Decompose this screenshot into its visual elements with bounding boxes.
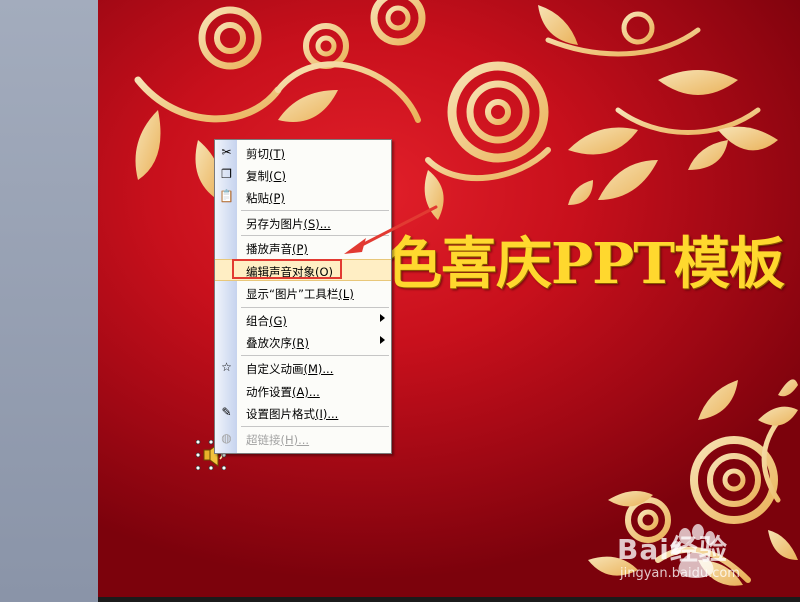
- menu-item-action-settings[interactable]: 动作设置(A)...: [215, 380, 391, 402]
- menu-item-label: 播放声音: [246, 242, 292, 256]
- menu-item-shortcut: (L): [338, 287, 354, 301]
- menu-item-format-picture[interactable]: ✎ 设置图片格式(I)...: [215, 402, 391, 424]
- menu-separator: [241, 426, 389, 427]
- menu-item-label: 设置图片格式: [246, 407, 315, 421]
- menu-item-shortcut: (R): [292, 336, 309, 350]
- format-picture-icon: ✎: [221, 405, 232, 419]
- menu-separator: [241, 355, 389, 356]
- copy-icon: ❐: [221, 167, 232, 181]
- menu-item-shortcut: (G): [269, 314, 287, 328]
- menu-item-shortcut: (I)...: [315, 407, 339, 421]
- menu-item-save-as-picture[interactable]: 另存为图片(S)...: [215, 212, 391, 234]
- scissors-icon: ✂: [221, 145, 232, 159]
- watermark-url: jingyan.baidu.com: [620, 566, 740, 581]
- slide-title[interactable]: 色喜庆PPT模板: [386, 236, 785, 292]
- menu-item-group[interactable]: 组合(G): [215, 309, 391, 331]
- menu-item-label: 显示“图片”工具栏: [246, 287, 339, 301]
- menu-separator: [241, 307, 389, 308]
- menu-item-play-sound[interactable]: 播放声音(P): [215, 237, 391, 259]
- menu-item-shortcut: (S)...: [303, 217, 331, 231]
- menu-separator: [241, 235, 389, 236]
- hyperlink-icon: ◍: [221, 431, 232, 445]
- menu-item-shortcut: (T): [269, 147, 285, 161]
- menu-item-shortcut: (P): [292, 242, 308, 256]
- menu-item-shortcut: (H)...: [280, 433, 310, 447]
- slide-canvas[interactable]: 色喜庆PPT模板: [98, 0, 800, 598]
- menu-item-label: 超链接: [246, 433, 281, 447]
- annotation-highlight-box: [232, 259, 342, 279]
- custom-animation-icon: ☆: [221, 360, 232, 374]
- submenu-arrow-icon: [380, 336, 385, 344]
- watermark-brand: Bai经验: [617, 533, 728, 566]
- menu-item-label: 另存为图片: [246, 217, 304, 231]
- slide-thumbnail-pane: [0, 0, 98, 602]
- menu-item-shortcut: (C): [269, 169, 287, 183]
- menu-item-label: 组合: [246, 314, 269, 328]
- menu-separator: [241, 210, 389, 211]
- menu-item-label: 自定义动画: [246, 362, 304, 376]
- floral-ornament-decoration: [134, 0, 798, 586]
- menu-item-show-picture-toolbar[interactable]: 显示“图片”工具栏(L): [215, 282, 391, 304]
- menu-item-label: 动作设置: [246, 385, 292, 399]
- context-menu: ✂ 剪切(T) ❐ 复制(C) 📋 粘贴(P) 另存为图片(S)... 播放声音…: [214, 139, 392, 454]
- menu-item-copy[interactable]: ❐ 复制(C): [215, 164, 391, 186]
- menu-item-label: 复制: [246, 169, 269, 183]
- menu-item-shortcut: (P): [269, 191, 285, 205]
- menu-item-order[interactable]: 叠放次序(R): [215, 331, 391, 353]
- paste-icon: 📋: [219, 189, 234, 203]
- submenu-arrow-icon: [380, 314, 385, 322]
- menu-item-shortcut: (M)...: [303, 362, 334, 376]
- menu-item-custom-animation[interactable]: ☆ 自定义动画(M)...: [215, 357, 391, 379]
- menu-item-paste[interactable]: 📋 粘贴(P): [215, 186, 391, 208]
- menu-item-shortcut: (A)...: [292, 385, 320, 399]
- menu-item-label: 剪切: [246, 147, 269, 161]
- menu-item-cut[interactable]: ✂ 剪切(T): [215, 142, 391, 164]
- menu-item-label: 叠放次序: [246, 336, 292, 350]
- menu-item-hyperlink: ◍ 超链接(H)...: [215, 428, 391, 450]
- menu-item-label: 粘贴: [246, 191, 269, 205]
